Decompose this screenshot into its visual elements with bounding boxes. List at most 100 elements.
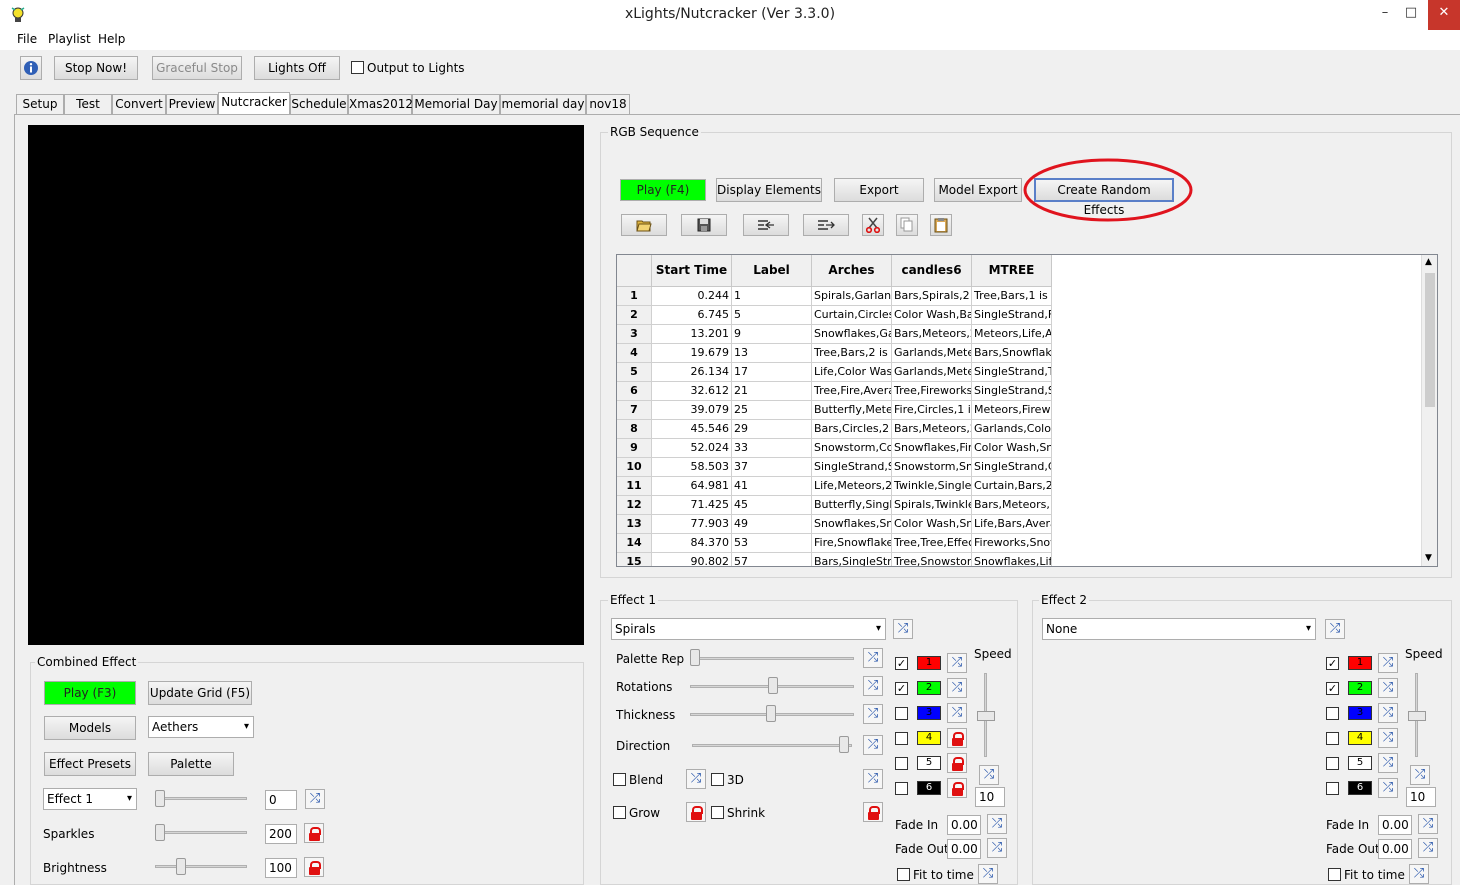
cell-arches[interactable]: Fire,Snowflake xyxy=(812,534,892,553)
effect1-color-5-swatch[interactable]: 5 xyxy=(917,756,941,770)
effect1-color-6-swatch[interactable]: 6 xyxy=(917,781,941,795)
cell-mtree[interactable]: Garlands,Color xyxy=(972,420,1052,439)
row-number[interactable]: 1 xyxy=(617,287,652,306)
tab-test[interactable]: Test xyxy=(64,94,112,114)
lock-icon[interactable] xyxy=(947,753,967,773)
cell-mtree[interactable]: Tree,Bars,1 is N xyxy=(972,287,1052,306)
shrink-checkbox[interactable] xyxy=(711,806,724,819)
cell-start-time[interactable]: 32.612 xyxy=(652,382,732,401)
cell-arches[interactable]: Tree,Fire,Avera xyxy=(812,382,892,401)
cell-mtree[interactable]: SingleStrand,C xyxy=(972,458,1052,477)
row-number[interactable]: 13 xyxy=(617,515,652,534)
shuffle-icon[interactable]: ⤮ xyxy=(947,678,967,698)
cell-arches[interactable]: Bars,SingleStra xyxy=(812,553,892,566)
row-number[interactable]: 14 xyxy=(617,534,652,553)
open-folder-icon[interactable] xyxy=(621,214,667,236)
scroll-down-icon[interactable]: ▼ xyxy=(1425,553,1432,563)
cut-icon[interactable] xyxy=(862,214,884,236)
cell-mtree[interactable]: Snowflakes,Lif xyxy=(972,553,1052,566)
effect2-color-4-swatch[interactable]: 4 xyxy=(1348,731,1372,745)
rotations-slider-thumb[interactable] xyxy=(768,677,778,694)
column-header-label[interactable]: Label xyxy=(732,255,812,287)
shuffle-icon[interactable]: ⤮ xyxy=(1325,619,1345,639)
row-number[interactable]: 5 xyxy=(617,363,652,382)
grid-scrollbar-thumb[interactable] xyxy=(1425,273,1435,407)
cell-start-time[interactable]: 64.981 xyxy=(652,477,732,496)
cell-start-time[interactable]: 45.546 xyxy=(652,420,732,439)
cell-candles6[interactable]: Tree,Fireworks xyxy=(892,382,972,401)
cell-candles6[interactable]: Snowflakes,Fir xyxy=(892,439,972,458)
effect1-color-6-checkbox[interactable] xyxy=(895,782,908,795)
cell-candles6[interactable]: Bars,Meteors,2 xyxy=(892,325,972,344)
tab-preview[interactable]: Preview xyxy=(166,94,218,114)
row-number[interactable]: 12 xyxy=(617,496,652,515)
effect1-color-2-swatch[interactable]: 2 xyxy=(917,681,941,695)
effect2-speed-value[interactable]: 10 xyxy=(1406,787,1436,807)
output-to-lights-checkbox[interactable] xyxy=(351,61,364,74)
effect1-fit-to-time-checkbox[interactable] xyxy=(897,868,910,881)
column-header-arches[interactable]: Arches xyxy=(812,255,892,287)
export-button[interactable]: Export xyxy=(834,178,924,202)
cell-label[interactable]: 29 xyxy=(732,420,812,439)
delete-rows-icon[interactable] xyxy=(803,214,849,236)
tab-schedule[interactable]: Schedule xyxy=(290,94,348,114)
effect-presets-button[interactable]: Effect Presets xyxy=(44,752,136,776)
effect1-select[interactable]: Spirals ▾ xyxy=(611,618,886,640)
lock-icon[interactable] xyxy=(686,802,706,822)
tab-nov18[interactable]: nov18 xyxy=(586,94,630,114)
effect1-speed-slider-thumb[interactable] xyxy=(977,711,995,721)
cell-candles6[interactable]: Bars,Meteors,2 xyxy=(892,420,972,439)
effect2-color-6-checkbox[interactable] xyxy=(1326,782,1339,795)
effect2-fit-to-time-checkbox[interactable] xyxy=(1328,868,1341,881)
direction-slider-thumb[interactable] xyxy=(839,736,849,753)
sparkles-slider[interactable] xyxy=(155,831,247,834)
cell-label[interactable]: 57 xyxy=(732,553,812,566)
cell-start-time[interactable]: 6.745 xyxy=(652,306,732,325)
lock-icon[interactable] xyxy=(863,802,883,822)
paste-icon[interactable] xyxy=(930,214,952,236)
row-number[interactable]: 15 xyxy=(617,553,652,566)
3d-checkbox[interactable] xyxy=(711,773,724,786)
grow-checkbox[interactable] xyxy=(613,806,626,819)
cell-arches[interactable]: Butterfly,Mete xyxy=(812,401,892,420)
cell-start-time[interactable]: 77.903 xyxy=(652,515,732,534)
cell-candles6[interactable]: Color Wash,Ba xyxy=(892,306,972,325)
blend-checkbox[interactable] xyxy=(613,773,626,786)
cell-label[interactable]: 45 xyxy=(732,496,812,515)
cell-arches[interactable]: Bars,Circles,2 i xyxy=(812,420,892,439)
effect2-color-5-checkbox[interactable] xyxy=(1326,757,1339,770)
cell-start-time[interactable]: 0.244 xyxy=(652,287,732,306)
graceful-stop-button[interactable]: Graceful Stop xyxy=(152,56,242,80)
effect2-fade-out-value[interactable]: 0.00 xyxy=(1378,839,1412,859)
effect-mix-slider[interactable] xyxy=(155,797,247,800)
tab-xmas2012[interactable]: Xmas2012 xyxy=(348,94,413,114)
cell-candles6[interactable]: Tree,Tree,Effec xyxy=(892,534,972,553)
row-number[interactable]: 10 xyxy=(617,458,652,477)
cell-label[interactable]: 37 xyxy=(732,458,812,477)
cell-mtree[interactable]: Meteors,Firew xyxy=(972,401,1052,420)
shuffle-icon[interactable]: ⤮ xyxy=(1378,653,1398,673)
cell-label[interactable]: 53 xyxy=(732,534,812,553)
shuffle-icon[interactable]: ⤮ xyxy=(947,703,967,723)
cell-arches[interactable]: Snowflakes,Ga xyxy=(812,325,892,344)
grid-scrollbar[interactable]: ▲ ▼ xyxy=(1421,255,1437,566)
shuffle-icon[interactable]: ⤮ xyxy=(686,769,706,789)
cell-candles6[interactable]: Spirals,Twinkle xyxy=(892,496,972,515)
menu-file[interactable]: File xyxy=(17,32,37,46)
cell-start-time[interactable]: 39.079 xyxy=(652,401,732,420)
cell-mtree[interactable]: Fireworks,Snov xyxy=(972,534,1052,553)
effect1-color-3-swatch[interactable]: 3 xyxy=(917,706,941,720)
cell-arches[interactable]: SingleStrand,S xyxy=(812,458,892,477)
lock-icon[interactable] xyxy=(947,728,967,748)
cell-candles6[interactable]: Tree,Snowstor xyxy=(892,553,972,566)
shuffle-icon[interactable]: ⤮ xyxy=(863,676,883,696)
cell-arches[interactable]: Butterfly,Singl xyxy=(812,496,892,515)
cell-start-time[interactable]: 26.134 xyxy=(652,363,732,382)
shuffle-icon[interactable]: ⤮ xyxy=(1378,703,1398,723)
info-button[interactable] xyxy=(20,56,42,80)
shuffle-icon[interactable]: ⤮ xyxy=(1378,678,1398,698)
shuffle-icon[interactable]: ⤮ xyxy=(863,704,883,724)
cell-label[interactable]: 13 xyxy=(732,344,812,363)
tab-convert[interactable]: Convert xyxy=(112,94,166,114)
palette-rep-slider[interactable] xyxy=(690,657,854,660)
